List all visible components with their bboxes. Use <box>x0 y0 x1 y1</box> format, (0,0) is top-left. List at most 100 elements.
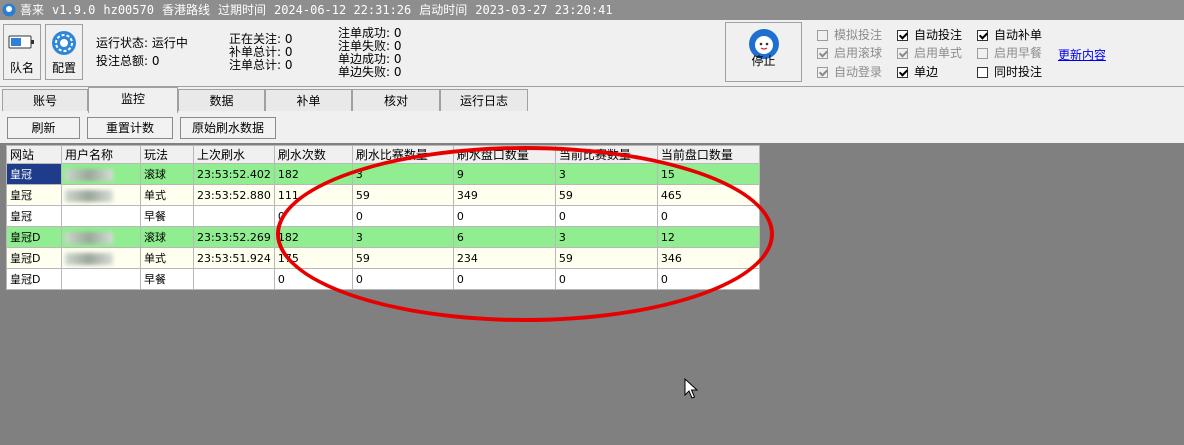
column-header[interactable]: 刷水次数 <box>273 145 353 164</box>
cell-count[interactable]: 182 <box>273 226 353 248</box>
cell-last[interactable] <box>193 205 275 227</box>
cell-cur-match[interactable]: 3 <box>554 163 658 185</box>
cell-cur-odds[interactable]: 12 <box>656 226 760 248</box>
cell-last[interactable]: 23:53:52.880 <box>193 184 275 206</box>
cell-site[interactable]: 皇冠 <box>6 205 62 227</box>
cell-user[interactable] <box>61 205 141 227</box>
cell-play[interactable]: 单式 <box>140 247 194 269</box>
cell-count[interactable]: 111 <box>273 184 353 206</box>
cell-user[interactable] <box>61 268 141 290</box>
column-header[interactable]: 玩法 <box>140 145 194 164</box>
tab-check[interactable]: 核对 <box>352 89 440 111</box>
monitor-grid-area: 网站 用户名称 玩法 上次刷水 刷水次数 刷水比赛数量 刷水盘口数量 当前比赛数… <box>0 143 1184 445</box>
cell-play[interactable]: 早餐 <box>140 268 194 290</box>
table-row[interactable]: 皇冠D 早餐 0 0 0 0 0 <box>6 268 760 290</box>
cell-match[interactable]: 59 <box>351 184 454 206</box>
column-header[interactable]: 当前盘口数量 <box>656 145 760 164</box>
column-header[interactable]: 用户名称 <box>61 145 141 164</box>
config-button[interactable]: 配置 <box>45 24 83 80</box>
cell-match[interactable]: 3 <box>351 163 454 185</box>
cell-play[interactable]: 滚球 <box>140 226 194 248</box>
check-single-side[interactable]: 单边 <box>897 63 938 81</box>
cell-site[interactable]: 皇冠D <box>6 226 62 248</box>
column-header[interactable]: 当前比赛数量 <box>554 145 658 164</box>
redacted-username <box>65 168 113 181</box>
cell-last[interactable]: 23:53:52.402 <box>193 163 275 185</box>
cell-last[interactable] <box>193 268 275 290</box>
cell-odds[interactable]: 234 <box>452 247 556 269</box>
table-row[interactable]: 皇冠D 单式 23:53:51.924 175 59 234 59 346 <box>6 247 760 269</box>
tab-fill[interactable]: 补单 <box>265 89 352 111</box>
cell-cur-match[interactable]: 59 <box>554 247 658 269</box>
tab-run-log[interactable]: 运行日志 <box>440 89 528 111</box>
refresh-button[interactable]: 刷新 <box>7 117 80 139</box>
cell-play[interactable]: 早餐 <box>140 205 194 227</box>
cell-user[interactable] <box>61 226 141 248</box>
cell-odds[interactable]: 6 <box>452 226 556 248</box>
column-header[interactable]: 刷水盘口数量 <box>452 145 556 164</box>
cell-match[interactable]: 3 <box>351 226 454 248</box>
cell-cur-match[interactable]: 59 <box>554 184 658 206</box>
cell-site[interactable]: 皇冠 <box>6 184 62 206</box>
cell-user[interactable] <box>61 184 141 206</box>
check-simulated-bet[interactable]: 模拟投注 <box>817 26 882 44</box>
expire-time: 2024-06-12 22:31:26 <box>273 3 412 17</box>
stop-button[interactable]: 停止 <box>725 22 802 82</box>
cell-user[interactable] <box>61 163 141 185</box>
cell-cur-odds[interactable]: 346 <box>656 247 760 269</box>
update-content-link[interactable]: 更新内容 <box>1058 46 1106 63</box>
cell-cur-match[interactable]: 0 <box>554 268 658 290</box>
route-name: 香港路线 <box>161 3 210 17</box>
cell-odds[interactable]: 9 <box>452 163 556 185</box>
cell-site[interactable]: 皇冠D <box>6 247 62 269</box>
cell-odds[interactable]: 0 <box>452 268 556 290</box>
tab-data[interactable]: 数据 <box>178 89 265 111</box>
check-label: 启用早餐 <box>994 46 1043 60</box>
cell-cur-match[interactable]: 3 <box>554 226 658 248</box>
check-enable-early[interactable]: 启用早餐 <box>977 44 1042 62</box>
redacted-username <box>65 189 113 202</box>
cell-cur-odds[interactable]: 15 <box>656 163 760 185</box>
app-version: v1.9.0 <box>52 3 96 17</box>
table-row[interactable]: 皇冠 滚球 23:53:52.402 182 3 9 3 15 <box>6 163 760 185</box>
check-auto-login[interactable]: 自动登录 <box>817 63 882 81</box>
table-row[interactable]: 皇冠 早餐 0 0 0 0 0 <box>6 205 760 227</box>
cell-count[interactable]: 0 <box>273 205 353 227</box>
redacted-username <box>65 252 113 265</box>
cell-cur-odds[interactable]: 0 <box>656 268 760 290</box>
cell-user[interactable] <box>61 247 141 269</box>
check-auto-fill[interactable]: 自动补单 <box>977 26 1042 44</box>
check-simultaneous-bet[interactable]: 同时投注 <box>977 63 1042 81</box>
cell-play[interactable]: 滚球 <box>140 163 194 185</box>
tab-monitor[interactable]: 监控 <box>88 87 178 113</box>
table-row[interactable]: 皇冠D 滚球 23:53:52.269 182 3 6 3 12 <box>6 226 760 248</box>
cell-match[interactable]: 0 <box>351 205 454 227</box>
cell-count[interactable]: 0 <box>273 268 353 290</box>
tab-account[interactable]: 账号 <box>2 89 88 111</box>
cell-match[interactable]: 59 <box>351 247 454 269</box>
cell-cur-match[interactable]: 0 <box>554 205 658 227</box>
cell-play[interactable]: 单式 <box>140 184 194 206</box>
cell-cur-odds[interactable]: 0 <box>656 205 760 227</box>
team-button[interactable]: 队名 <box>3 24 41 80</box>
check-enable-live[interactable]: 启用滚球 <box>817 44 882 62</box>
column-header[interactable]: 刷水比赛数量 <box>351 145 454 164</box>
column-header[interactable]: 网站 <box>6 145 62 164</box>
cell-site[interactable]: 皇冠 <box>6 163 62 185</box>
cell-odds[interactable]: 349 <box>452 184 556 206</box>
cell-match[interactable]: 0 <box>351 268 454 290</box>
cell-site[interactable]: 皇冠D <box>6 268 62 290</box>
table-row[interactable]: 皇冠 单式 23:53:52.880 111 59 349 59 465 <box>6 184 760 206</box>
reset-count-button[interactable]: 重置计数 <box>87 117 173 139</box>
cell-count[interactable]: 182 <box>273 163 353 185</box>
raw-data-button[interactable]: 原始刷水数据 <box>180 117 276 139</box>
cell-count[interactable]: 175 <box>273 247 353 269</box>
cell-cur-odds[interactable]: 465 <box>656 184 760 206</box>
cell-last[interactable]: 23:53:52.269 <box>193 226 275 248</box>
cell-odds[interactable]: 0 <box>452 205 556 227</box>
check-label: 单边 <box>914 65 939 79</box>
cell-last[interactable]: 23:53:51.924 <box>193 247 275 269</box>
check-enable-single[interactable]: 启用单式 <box>897 44 962 62</box>
column-header[interactable]: 上次刷水 <box>193 145 275 164</box>
check-auto-bet[interactable]: 自动投注 <box>897 26 962 44</box>
